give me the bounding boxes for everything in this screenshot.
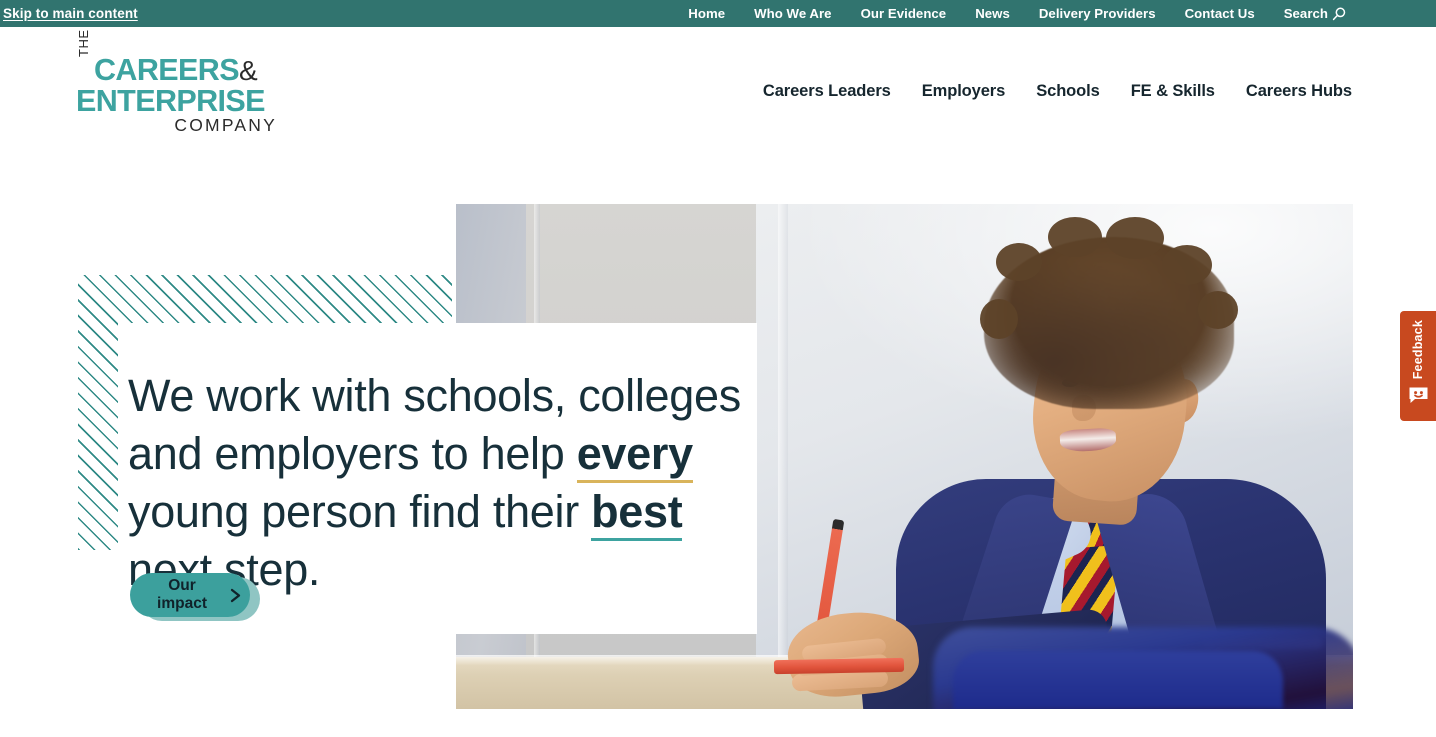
blue-foreground-object-front <box>953 651 1283 709</box>
hair-curl <box>1162 245 1212 285</box>
orange-pen-on-desk <box>773 657 905 675</box>
wall-seam-right <box>778 204 788 709</box>
feedback-tab[interactable]: Feedback <box>1400 311 1436 421</box>
smiley-speech-bubble-icon <box>1409 387 1427 404</box>
hair-curl <box>1048 217 1102 257</box>
headline-emphasis-best: best <box>591 486 683 542</box>
hair-curl <box>1106 217 1164 259</box>
hero-cta-wrapper: Our impact <box>130 573 260 621</box>
feedback-tab-label: Feedback <box>1411 320 1425 380</box>
our-impact-button-label: Our impact <box>157 577 207 612</box>
hero-section: We work with schools, colleges and emplo… <box>0 0 1436 737</box>
hair-curl <box>996 243 1042 281</box>
hair-curl <box>1198 291 1238 329</box>
headline-emphasis-every: every <box>576 428 693 484</box>
headline-part-2: young person find their <box>128 486 592 538</box>
hero-headline: We work with schools, colleges and emplo… <box>128 367 748 599</box>
hair-curl <box>980 299 1018 339</box>
chevron-right-icon <box>230 588 241 602</box>
our-impact-button[interactable]: Our impact <box>130 573 250 617</box>
